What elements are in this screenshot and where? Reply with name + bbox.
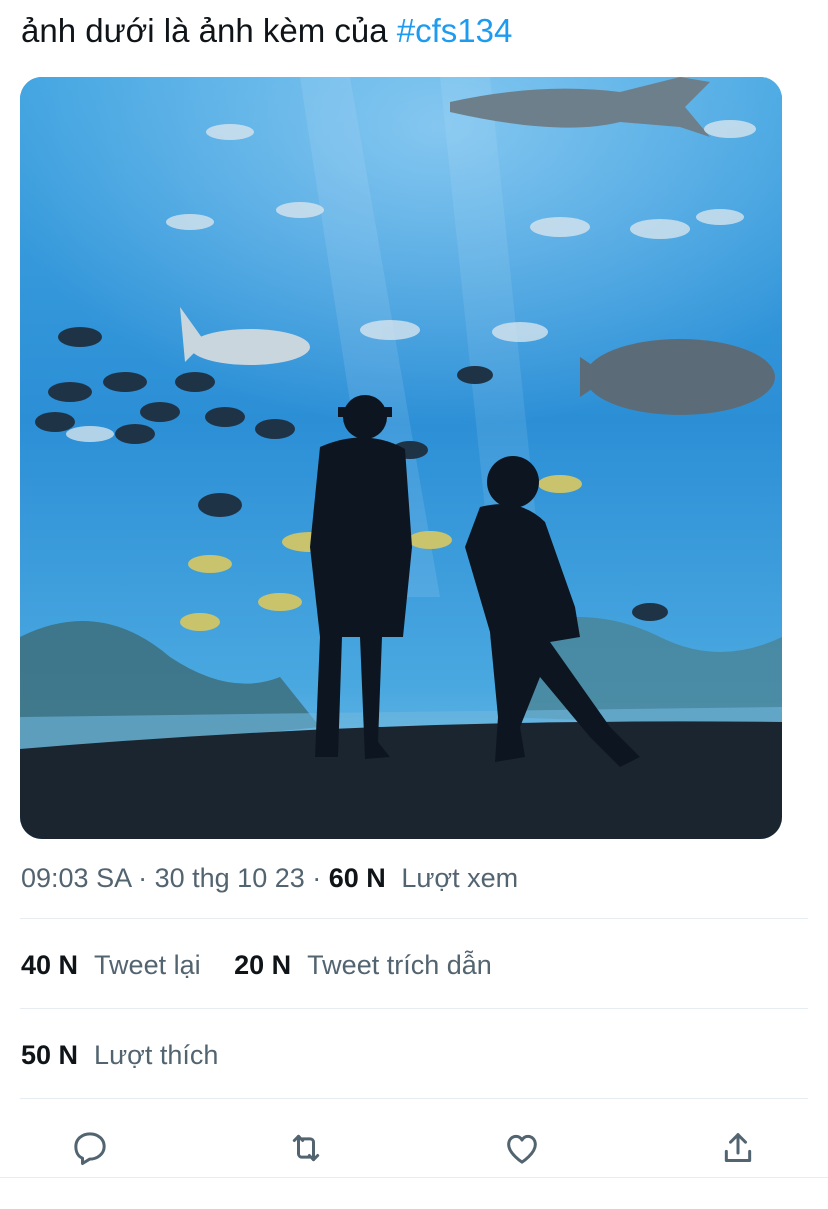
meta-separator: · bbox=[130, 863, 155, 893]
views-label: Lượt xem bbox=[401, 863, 519, 893]
tweet-actions-bar bbox=[0, 1108, 828, 1188]
meta-separator: · bbox=[304, 863, 329, 893]
tweet-text: ảnh dưới là ảnh kèm của #cfs134 bbox=[21, 8, 512, 54]
tweet-body: ảnh dưới là ảnh kèm của bbox=[21, 12, 397, 49]
likes-label: Lượt thích bbox=[94, 1040, 219, 1070]
likes-link[interactable]: 50 N Lượt thích bbox=[21, 1040, 244, 1070]
tweet-time[interactable]: 09:03 SA bbox=[21, 863, 131, 893]
hashtag-link[interactable]: #cfs134 bbox=[397, 12, 513, 49]
quotes-label: Tweet trích dẫn bbox=[307, 950, 492, 980]
divider bbox=[0, 1177, 828, 1178]
like-button[interactable] bbox=[500, 1126, 544, 1170]
tweet-photo[interactable] bbox=[20, 77, 782, 839]
aquarium-photo bbox=[20, 77, 782, 839]
tweet-meta: 09:03 SA · 30 thg 10 23 · 60 N Lượt xem bbox=[21, 858, 518, 898]
retweets-label: Tweet lại bbox=[94, 950, 201, 980]
heart-icon bbox=[507, 1134, 537, 1164]
views-count: 60 N bbox=[328, 863, 386, 893]
retweet-icon bbox=[292, 1134, 320, 1162]
quotes-count: 20 N bbox=[234, 950, 292, 980]
retweet-button[interactable] bbox=[284, 1126, 328, 1170]
reply-icon bbox=[74, 1132, 106, 1165]
share-button[interactable] bbox=[716, 1126, 760, 1170]
retweets-link[interactable]: 40 N Tweet lại bbox=[21, 950, 234, 980]
share-icon bbox=[724, 1133, 752, 1162]
tweet-date[interactable]: 30 thg 10 23 bbox=[155, 863, 305, 893]
retweets-count: 40 N bbox=[21, 950, 79, 980]
divider bbox=[20, 1008, 808, 1009]
reply-button[interactable] bbox=[68, 1126, 112, 1170]
retweet-stats-row: 40 N Tweet lại 20 N Tweet trích dẫn bbox=[21, 945, 518, 985]
divider bbox=[20, 1098, 808, 1099]
divider bbox=[20, 918, 808, 919]
likes-stats-row: 50 N Lượt thích bbox=[21, 1035, 244, 1075]
likes-count: 50 N bbox=[21, 1040, 79, 1070]
quotes-link[interactable]: 20 N Tweet trích dẫn bbox=[234, 950, 518, 980]
